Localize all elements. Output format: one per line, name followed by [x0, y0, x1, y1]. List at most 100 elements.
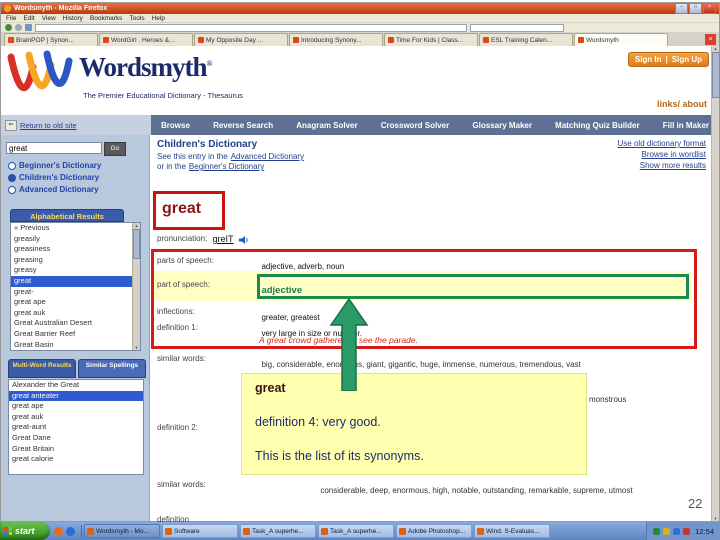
menu-item[interactable]: File: [6, 15, 16, 22]
scroll-down-icon[interactable]: ▼: [714, 516, 718, 521]
browser-search-box[interactable]: [470, 23, 564, 32]
result-list-item[interactable]: greasing: [11, 255, 133, 266]
tab-favicon: [198, 37, 204, 43]
result-list-item[interactable]: greasy: [11, 265, 133, 276]
sign-up-button[interactable]: Sign Up: [672, 55, 702, 64]
back-button[interactable]: [5, 24, 12, 31]
go-button[interactable]: Go: [104, 142, 126, 156]
start-button[interactable]: start: [0, 522, 50, 540]
tab-favicon: [103, 37, 109, 43]
definition1-label: definition 1:: [157, 323, 198, 332]
list-scrollbar[interactable]: ▲ ▼: [132, 223, 140, 350]
format-link[interactable]: Use old dictionary format: [618, 138, 706, 149]
result-list-item[interactable]: greasily: [11, 234, 133, 245]
nav-item[interactable]: Fill in Maker: [663, 121, 709, 130]
menu-item[interactable]: Tools: [129, 15, 144, 22]
speaker-icon[interactable]: [238, 235, 249, 244]
browser-tab[interactable]: BrainPOP | Synon...: [4, 33, 98, 46]
maximize-button[interactable]: □: [689, 3, 702, 14]
tray-icon[interactable]: [663, 527, 671, 535]
result-list-item[interactable]: great-aunt: [9, 422, 143, 433]
result-list-item[interactable]: great calorie: [9, 454, 143, 465]
sign-in-button[interactable]: Sign In: [635, 55, 662, 64]
result-list-item[interactable]: great ape: [11, 297, 133, 308]
beginners-dictionary-link[interactable]: Beginner's Dictionary: [189, 162, 264, 171]
browser-tab[interactable]: My Opposite Day ...: [194, 33, 288, 46]
result-list-item[interactable]: greasiness: [11, 244, 133, 255]
system-tray: 12:54: [646, 522, 720, 540]
task-button[interactable]: Wind. S-Evaluas...: [474, 524, 550, 538]
task-button[interactable]: Adobe Photoshop...: [396, 524, 472, 538]
dictionary-option[interactable]: Beginner's Dictionary: [8, 161, 101, 170]
minimize-button[interactable]: ─: [675, 3, 688, 14]
result-list-item[interactable]: great ape: [9, 401, 143, 412]
task-button[interactable]: Task_A superhe...: [240, 524, 316, 538]
nav-item[interactable]: Browse: [161, 121, 190, 130]
browser-tab[interactable]: WordGirl . Heroes &...: [99, 33, 193, 46]
scroll-down-icon[interactable]: ▼: [135, 345, 139, 350]
search-input[interactable]: [6, 142, 102, 154]
taskbar-clock[interactable]: 12:54: [695, 527, 714, 536]
callout-line2: This is the list of its synonyms.: [255, 449, 424, 463]
browser-tab[interactable]: Wordsmyth: [574, 33, 668, 46]
result-list-item[interactable]: great auk: [11, 308, 133, 319]
close-tab-button[interactable]: ×: [705, 34, 716, 45]
close-button[interactable]: ×: [703, 3, 716, 14]
result-list-item[interactable]: great auk: [9, 412, 143, 423]
menu-item[interactable]: History: [63, 15, 83, 22]
result-list-item[interactable]: Great Basin: [11, 340, 133, 350]
result-list-item[interactable]: Great Barrier Reef: [11, 329, 133, 340]
result-list-item[interactable]: great anteater: [9, 390, 143, 402]
browser-tab[interactable]: Time For Kids | Class...: [384, 33, 478, 46]
address-bar[interactable]: [35, 23, 467, 32]
page-scrollbar[interactable]: ▲ ▼: [711, 46, 720, 521]
ie-quicklaunch-icon[interactable]: [66, 526, 75, 536]
task-button-icon: [477, 527, 484, 535]
nav-item[interactable]: Reverse Search: [213, 121, 273, 130]
task-button[interactable]: Wordsmyth - Mo...: [84, 524, 160, 538]
task-button[interactable]: Task_A superhe...: [318, 524, 394, 538]
result-list-item[interactable]: Great Australian Desert: [11, 318, 133, 329]
menu-item[interactable]: Bookmarks: [90, 15, 123, 22]
menu-item[interactable]: Help: [152, 15, 165, 22]
tray-icon[interactable]: [683, 527, 691, 535]
scroll-up-icon[interactable]: ▲: [135, 223, 139, 228]
result-list-item[interactable]: Alexander the Great: [9, 380, 143, 391]
firefox-quicklaunch-icon[interactable]: [54, 526, 63, 536]
reload-button[interactable]: [25, 24, 32, 31]
nav-item[interactable]: Anagram Solver: [296, 121, 357, 130]
tray-icon[interactable]: [673, 527, 681, 535]
result-list-item[interactable]: Great Britain: [9, 444, 143, 455]
browser-tab[interactable]: ESL Training Calen...: [479, 33, 573, 46]
task-button[interactable]: Software: [162, 524, 238, 538]
result-list-item[interactable]: « Previous: [11, 223, 133, 234]
scroll-up-icon[interactable]: ▲: [714, 46, 718, 51]
similar-words-value-2: considerable, deep, enormous, high, nota…: [320, 486, 633, 495]
nav-item[interactable]: Crossword Solver: [381, 121, 449, 130]
forward-button[interactable]: [15, 24, 22, 31]
menu-item[interactable]: View: [42, 15, 56, 22]
tab-favicon: [388, 37, 394, 43]
browser-tab[interactable]: Introducing Synony...: [289, 33, 383, 46]
result-list-item[interactable]: great: [11, 275, 133, 287]
menu-item[interactable]: Edit: [23, 15, 34, 22]
dictionary-option[interactable]: Advanced Dictionary: [8, 185, 101, 194]
advanced-dictionary-link[interactable]: Advanced Dictionary: [231, 152, 304, 161]
result-list-item[interactable]: great-: [11, 287, 133, 298]
scroll-thumb[interactable]: [133, 229, 140, 259]
tab-similar-spellings[interactable]: Similar Spellings: [78, 359, 146, 378]
links-about-link[interactable]: links/ about: [657, 99, 707, 109]
tab-alphabetical-results[interactable]: Alphabetical Results: [10, 209, 124, 222]
dictionary-option[interactable]: Children's Dictionary: [8, 173, 101, 182]
result-list-item[interactable]: Great Dane: [9, 433, 143, 444]
nav-item[interactable]: Glossary Maker: [472, 121, 532, 130]
dictionary-option-label: Advanced Dictionary: [19, 185, 99, 194]
return-old-site-link[interactable]: Return to old site: [20, 121, 77, 130]
scroll-thumb[interactable]: [711, 52, 720, 98]
tray-icon[interactable]: [653, 527, 661, 535]
nav-item[interactable]: Matching Quiz Builder: [555, 121, 639, 130]
quick-launch: [50, 526, 79, 536]
tab-multi-word-results[interactable]: Multi-Word Results: [8, 359, 76, 378]
format-link[interactable]: Show more results: [618, 160, 706, 171]
format-link[interactable]: Browse in wordlist: [618, 149, 706, 160]
